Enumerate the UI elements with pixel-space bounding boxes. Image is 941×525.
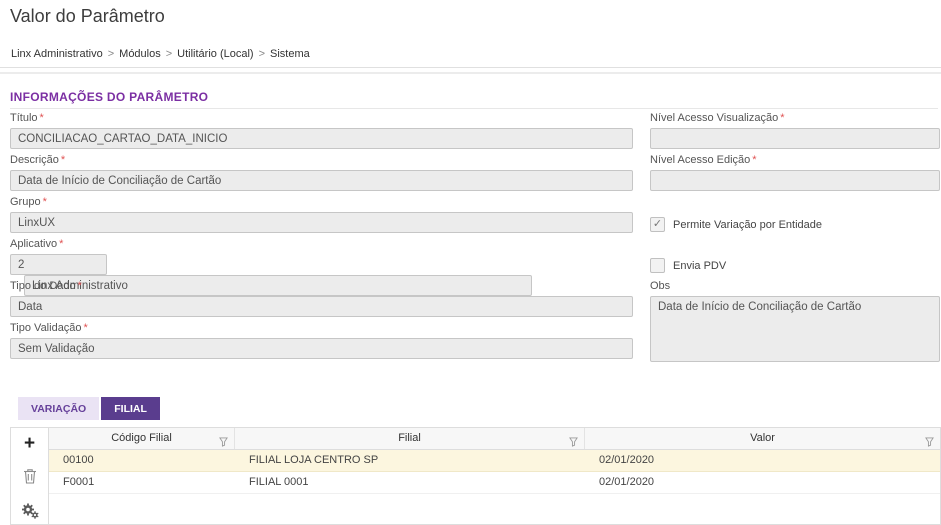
permite-variacao-label: Permite Variação por Entidade xyxy=(673,219,822,231)
required-marker: * xyxy=(61,154,65,166)
page-title: Valor do Parâmetro xyxy=(10,6,165,27)
breadcrumb-linx-administrativo[interactable]: Linx Administrativo xyxy=(11,48,103,60)
filial-grid: Código Filial Filial Valor 00100 FILIAL xyxy=(48,427,941,525)
obs-textarea[interactable]: Data de Início de Conciliação de Cartão xyxy=(650,296,940,362)
obs-label: Obs xyxy=(650,280,670,292)
required-marker: * xyxy=(40,112,44,124)
required-marker: * xyxy=(59,238,63,250)
table-row[interactable]: F0001 FILIAL 0001 02/01/2020 xyxy=(49,472,940,494)
breadcrumb-modulos[interactable]: Módulos xyxy=(119,48,161,60)
descricao-input[interactable] xyxy=(10,170,633,191)
tipo-validacao-label: Tipo Validação xyxy=(10,322,82,334)
plus-icon: + xyxy=(24,434,35,453)
cell-filial: FILIAL 0001 xyxy=(235,472,585,493)
nivel-acesso-edicao-label: Nível Acesso Edição xyxy=(650,154,750,166)
required-marker: * xyxy=(43,196,47,208)
cell-valor: 02/01/2020 xyxy=(585,472,940,493)
breadcrumb-separator: > xyxy=(166,48,172,60)
table-row[interactable]: 00100 FILIAL LOJA CENTRO SP 02/01/2020 xyxy=(49,450,940,472)
breadcrumb: Linx Administrativo > Módulos > Utilitário (… xyxy=(11,48,310,60)
required-marker: * xyxy=(84,322,88,334)
column-header-codigo-filial[interactable]: Código Filial xyxy=(49,428,235,449)
field-titulo: Título* xyxy=(10,112,633,149)
divider xyxy=(0,67,941,68)
nivel-acesso-visualizacao-input[interactable] xyxy=(650,128,940,149)
titulo-input[interactable] xyxy=(10,128,633,149)
required-marker: * xyxy=(78,280,82,292)
descricao-label: Descrição xyxy=(10,154,59,166)
cell-codigo-filial: F0001 xyxy=(49,472,235,493)
required-marker: * xyxy=(780,112,784,124)
tipo-do-dado-input[interactable] xyxy=(10,296,633,317)
tipo-do-dado-label: Tipo do Dado xyxy=(10,280,76,292)
check-icon: ✓ xyxy=(653,219,662,230)
cell-valor: 02/01/2020 xyxy=(585,450,940,471)
tab-variacao[interactable]: VARIAÇÃO xyxy=(18,397,99,420)
grupo-input[interactable] xyxy=(10,212,633,233)
valor-do-parametro-page: Valor do Parâmetro Linx Administrativo > M… xyxy=(0,0,941,525)
aplicativo-label: Aplicativo xyxy=(10,238,57,250)
column-header-filial[interactable]: Filial xyxy=(235,428,585,449)
aplicativo-codigo-input[interactable] xyxy=(10,254,107,275)
tab-bar: VARIAÇÃO FILIAL xyxy=(18,397,160,420)
titulo-label: Título xyxy=(10,112,38,124)
section-divider xyxy=(10,108,938,109)
tipo-validacao-input[interactable] xyxy=(10,338,633,359)
funnel-icon[interactable] xyxy=(569,434,578,455)
grid-settings-button[interactable] xyxy=(19,503,41,523)
permite-variacao-row: ✓ Permite Variação por Entidade xyxy=(650,217,822,232)
envia-pdv-label: Envia PDV xyxy=(673,260,726,272)
nivel-acesso-visualizacao-label: Nível Acesso Visualização xyxy=(650,112,778,124)
field-tipo-do-dado: Tipo do Dado* xyxy=(10,280,633,317)
field-tipo-validacao: Tipo Validação* xyxy=(10,322,633,359)
breadcrumb-sistema[interactable]: Sistema xyxy=(270,48,310,60)
envia-pdv-checkbox[interactable] xyxy=(650,258,665,273)
breadcrumb-separator: > xyxy=(108,48,114,60)
field-obs: Obs Data de Início de Conciliação de Car… xyxy=(650,280,940,362)
grid-header: Código Filial Filial Valor xyxy=(49,428,940,450)
nivel-acesso-edicao-input[interactable] xyxy=(650,170,940,191)
cogs-icon xyxy=(21,503,39,524)
envia-pdv-row: Envia PDV xyxy=(650,258,726,273)
permite-variacao-checkbox[interactable]: ✓ xyxy=(650,217,665,232)
grupo-label: Grupo xyxy=(10,196,41,208)
funnel-icon[interactable] xyxy=(925,434,934,455)
delete-row-button[interactable] xyxy=(19,468,41,488)
divider xyxy=(0,72,941,74)
cell-filial: FILIAL LOJA CENTRO SP xyxy=(235,450,585,471)
cell-codigo-filial: 00100 xyxy=(49,450,235,471)
funnel-icon[interactable] xyxy=(219,434,228,455)
required-marker: * xyxy=(752,154,756,166)
column-header-valor[interactable]: Valor xyxy=(585,428,940,449)
field-grupo: Grupo* xyxy=(10,196,633,233)
field-descricao: Descrição* xyxy=(10,154,633,191)
tab-filial[interactable]: FILIAL xyxy=(101,397,160,420)
breadcrumb-separator: > xyxy=(259,48,265,60)
field-nivel-acesso-edicao: Nível Acesso Edição* xyxy=(650,154,940,191)
field-nivel-acesso-visualizacao: Nível Acesso Visualização* xyxy=(650,112,940,149)
trash-icon xyxy=(23,468,37,489)
grid-toolbar: + xyxy=(10,427,48,525)
add-row-button[interactable]: + xyxy=(19,433,41,453)
breadcrumb-utilitario-local[interactable]: Utilitário (Local) xyxy=(177,48,253,60)
section-title-informacoes-do-parametro: INFORMAÇÕES DO PARÂMETRO xyxy=(10,90,208,104)
